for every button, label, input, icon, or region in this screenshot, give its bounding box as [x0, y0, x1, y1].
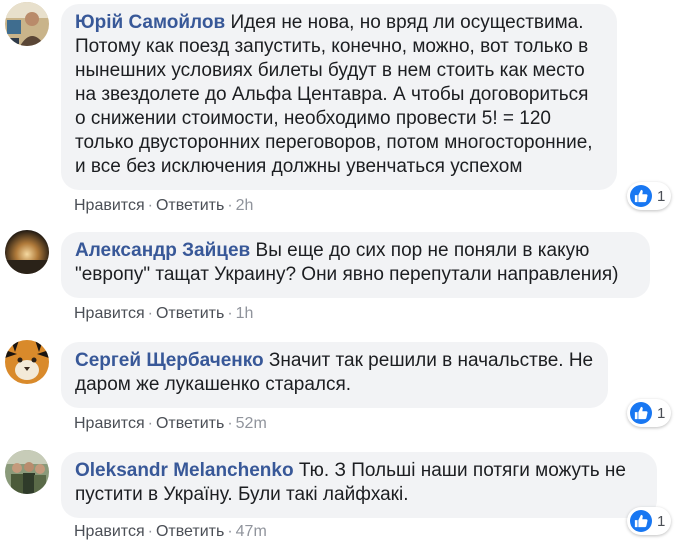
thumbs-up-icon — [630, 185, 652, 207]
separator-dot: · — [147, 523, 153, 540]
separator-dot: · — [227, 305, 233, 322]
comment-author[interactable]: Юрій Самойлов — [75, 12, 225, 33]
reply-link[interactable]: Ответить — [156, 523, 224, 540]
separator-dot: · — [147, 415, 153, 432]
avatar[interactable] — [5, 340, 49, 384]
comment-time[interactable]: 52m — [236, 415, 267, 432]
comment-actions: Нравится · Ответить · 2h — [74, 196, 253, 216]
comment-actions: Нравится · Ответить · 52m — [74, 414, 267, 434]
avatar[interactable] — [5, 2, 49, 46]
reaction-number: 1 — [657, 404, 666, 422]
separator-dot: · — [227, 415, 233, 432]
comment-actions: Нравится · Ответить · 47m — [74, 522, 267, 542]
separator-dot: · — [147, 305, 153, 322]
like-link[interactable]: Нравится — [74, 523, 145, 540]
reply-link[interactable]: Ответить — [156, 415, 224, 432]
avatar[interactable] — [5, 450, 49, 494]
comment-bubble: Сергей Щербаченко Значит так решили в на… — [61, 342, 608, 408]
comment-author[interactable]: Сергей Щербаченко — [75, 350, 264, 371]
reply-link[interactable]: Ответить — [156, 197, 224, 214]
comment-text: Идея не нова, но вряд ли осуществима. По… — [75, 12, 593, 177]
thumbs-up-icon — [630, 510, 652, 532]
reaction-count[interactable]: 1 — [627, 507, 672, 535]
comment-bubble: Юрій Самойлов Идея не нова, но вряд ли о… — [61, 4, 617, 190]
reaction-count[interactable]: 1 — [627, 399, 672, 427]
comment-time[interactable]: 2h — [236, 197, 254, 214]
like-link[interactable]: Нравится — [74, 305, 145, 322]
reaction-count[interactable]: 1 — [627, 182, 672, 210]
comment-bubble: Александр Зайцев Вы еще до сих пор не по… — [61, 232, 650, 298]
comment-bubble: Oleksandr Melanchenko Тю. З Польші наши … — [61, 452, 657, 518]
like-link[interactable]: Нравится — [74, 415, 145, 432]
comment-author[interactable]: Oleksandr Melanchenko — [75, 460, 294, 481]
avatar[interactable] — [5, 230, 49, 274]
separator-dot: · — [227, 197, 233, 214]
reaction-number: 1 — [657, 512, 666, 530]
comment-time[interactable]: 1h — [236, 305, 254, 322]
comment-actions: Нравится · Ответить · 1h — [74, 304, 253, 324]
thumbs-up-icon — [630, 402, 652, 424]
like-link[interactable]: Нравится — [74, 197, 145, 214]
reply-link[interactable]: Ответить — [156, 305, 224, 322]
reaction-number: 1 — [657, 187, 666, 205]
comment-time[interactable]: 47m — [236, 523, 267, 540]
separator-dot: · — [227, 523, 233, 540]
comment-author[interactable]: Александр Зайцев — [75, 240, 250, 261]
separator-dot: · — [147, 197, 153, 214]
